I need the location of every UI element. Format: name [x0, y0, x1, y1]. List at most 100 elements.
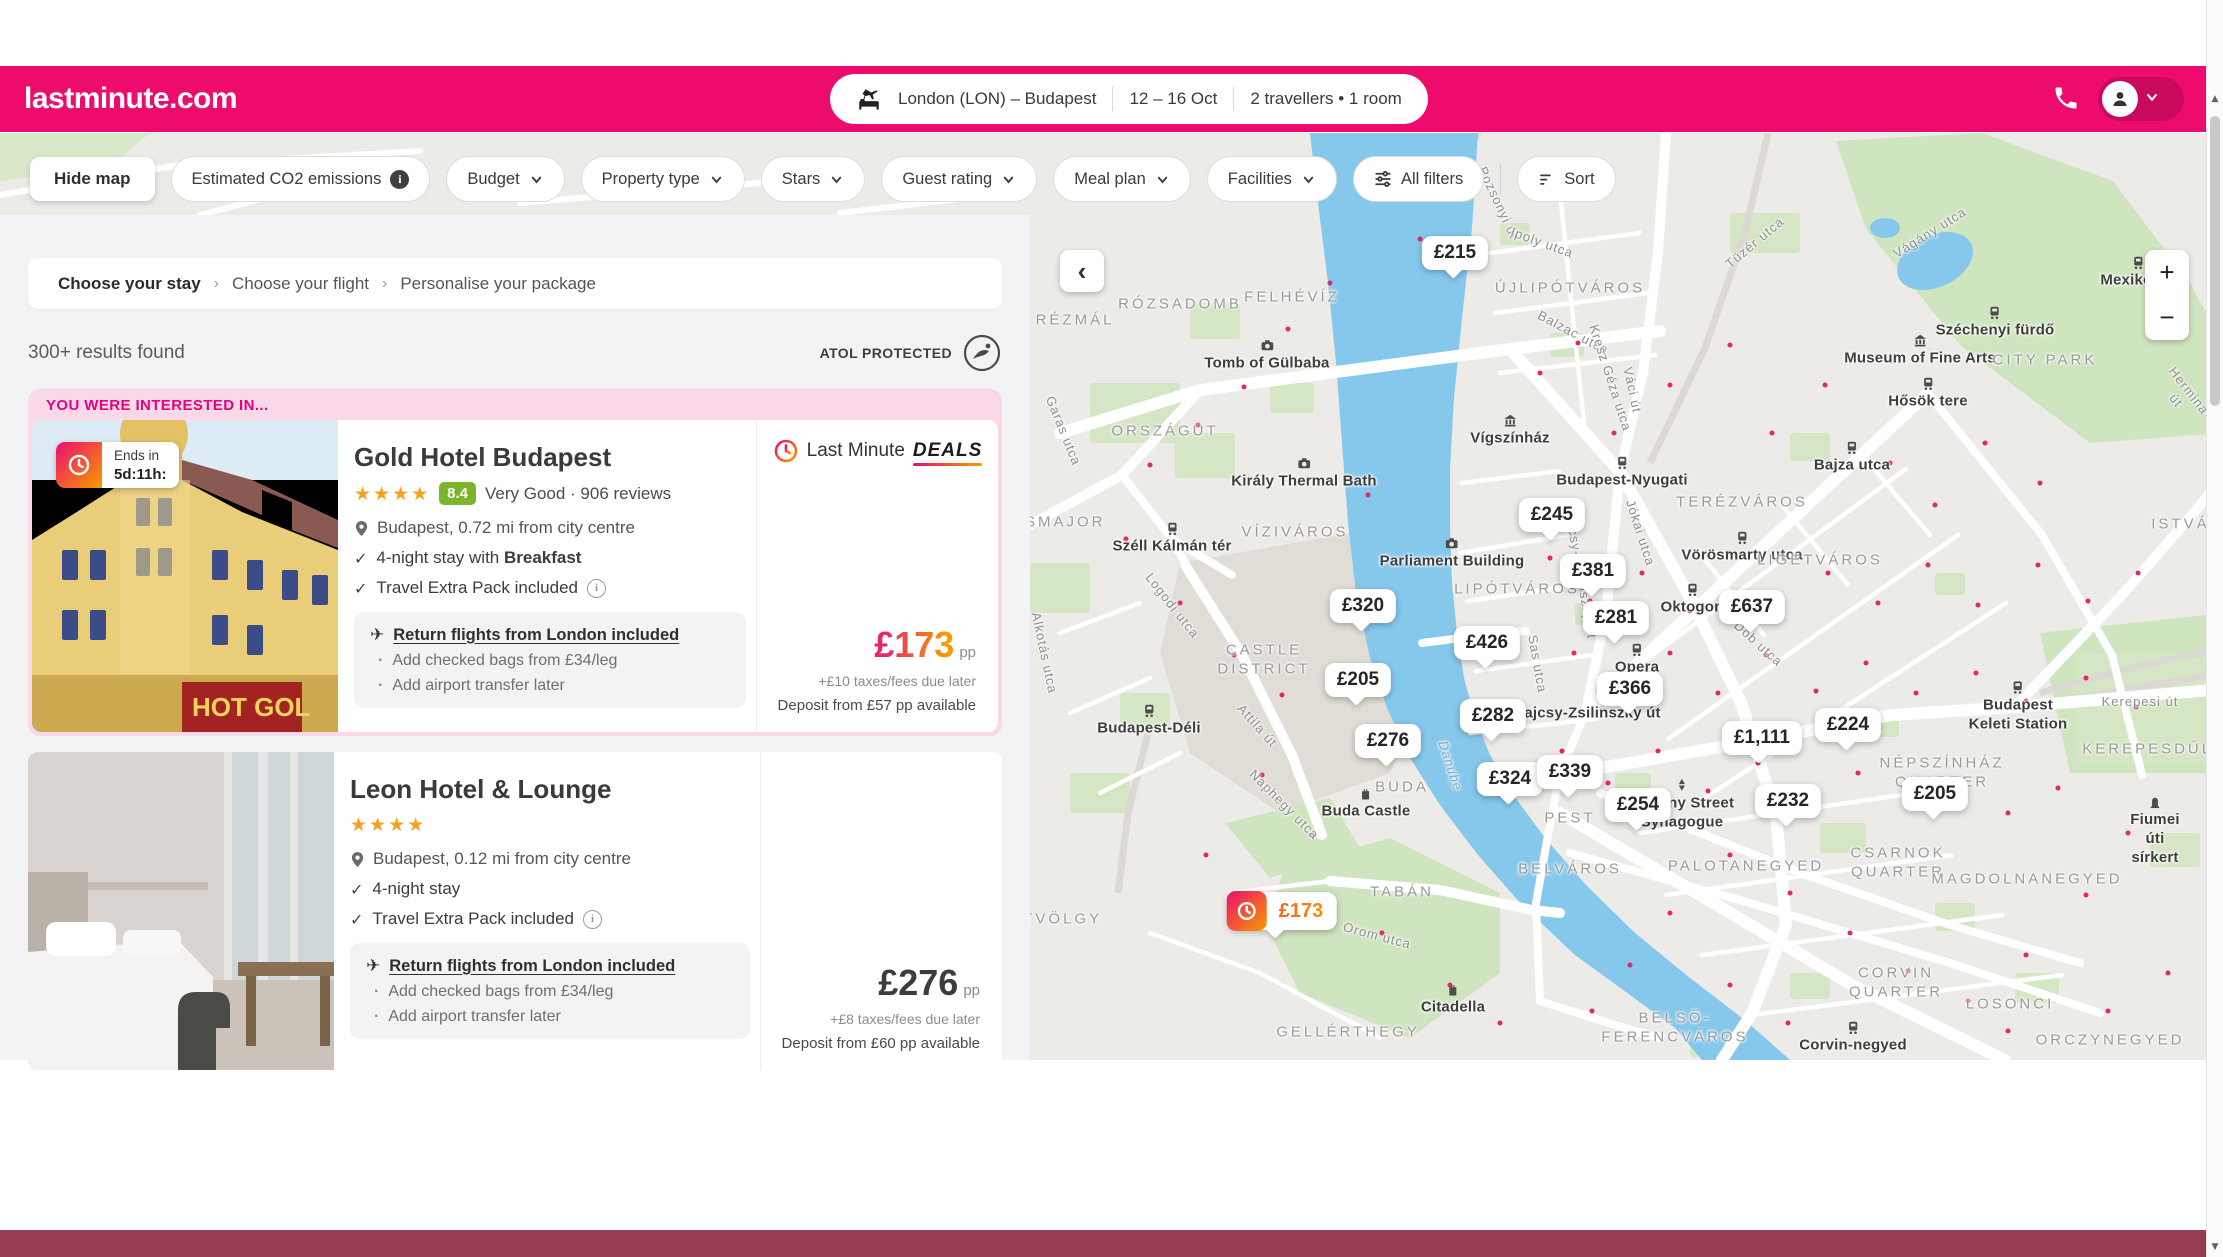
hotel-dot-marker	[1728, 983, 1733, 988]
sort-button[interactable]: Sort	[1517, 156, 1615, 202]
filter-label: All filters	[1401, 170, 1463, 189]
filter-guest-rating[interactable]: Guest rating	[881, 156, 1037, 202]
map-price-pin[interactable]: £1,111	[1722, 721, 1802, 755]
map-back-button[interactable]: ‹	[1060, 250, 1104, 292]
hotel-name[interactable]: Gold Hotel Budapest	[354, 442, 746, 473]
search-summary-bar[interactable]: London (LON) – Budapest 12 – 16 Oct 2 tr…	[830, 74, 1428, 124]
hotel-card[interactable]: HOT GOL Ends in 5d:11h:	[32, 420, 998, 732]
hotel-dot-marker	[2006, 811, 2011, 816]
map-price-pin[interactable]: £224	[1815, 708, 1881, 742]
map-price-pin[interactable]: £324	[1477, 762, 1543, 796]
hotel-dot-marker	[1983, 441, 1988, 446]
map-label: Kerepesi út	[2102, 694, 2179, 710]
info-icon[interactable]: i	[583, 910, 602, 929]
info-icon[interactable]: i	[587, 579, 606, 598]
filter-budget[interactable]: Budget	[446, 156, 564, 202]
flights-included-link[interactable]: Return flights from London included	[393, 626, 679, 645]
hotel-image[interactable]: HOT GOL Ends in 5d:11h:	[32, 420, 338, 732]
hotel-dot-marker	[1864, 661, 1869, 666]
map-label: Oktogon	[1660, 583, 1723, 618]
map-label: BUDA	[1375, 779, 1429, 798]
all-filters-button[interactable]: All filters	[1353, 156, 1484, 202]
map-label: KEREPESDŰLŐ	[2082, 741, 2223, 760]
breadcrumb-step-stay[interactable]: Choose your stay	[58, 274, 201, 294]
hotel-dot-marker	[1823, 383, 1828, 388]
feature-row: ✓ 4-night stay	[350, 879, 750, 899]
feature-row: ✓ Travel Extra Pack included i	[354, 578, 746, 598]
hotel-dot-marker	[1328, 281, 1333, 286]
map-price-pin[interactable]: £232	[1755, 784, 1821, 818]
map-price-pin[interactable]: £282	[1460, 699, 1526, 733]
hotel-dot-marker	[1286, 327, 1291, 332]
map-label: RÓZSADOMB	[1118, 296, 1242, 315]
breadcrumb-step-flight[interactable]: Choose your flight	[232, 274, 369, 294]
hotel-dot-marker	[2038, 481, 2043, 486]
price-taxes: +£8 taxes/fees due later	[761, 1011, 980, 1027]
star-icon	[1675, 778, 1689, 792]
hotel-details: Leon Hotel & Lounge ★★★★ Budapest, 0.12 …	[334, 752, 760, 1070]
hotel-image[interactable]	[28, 752, 334, 1070]
price-suffix: pp	[959, 644, 976, 661]
rail-icon	[1615, 456, 1629, 470]
map-price-pin[interactable]: £173	[1228, 892, 1337, 930]
hotel-dot-marker	[2084, 676, 2089, 681]
map-price-pin[interactable]: £339	[1537, 755, 1603, 789]
chevron-down-icon	[1155, 172, 1170, 187]
hotel-dot-marker	[1656, 749, 1661, 754]
hotel-dot-marker	[1786, 1021, 1791, 1026]
interested-banner: YOU WERE INTERESTED IN...	[28, 389, 1002, 736]
account-menu[interactable]	[2098, 77, 2184, 121]
location-pin-icon	[354, 520, 369, 537]
zoom-out-button[interactable]: −	[2145, 295, 2189, 340]
hide-map-button[interactable]: Hide map	[30, 157, 155, 201]
map-price-pin[interactable]: £245	[1519, 498, 1585, 532]
map-price-pin[interactable]: £426	[1454, 626, 1520, 660]
hotel-dot-marker	[1926, 563, 1931, 568]
flights-included-link[interactable]: Return flights from London included	[389, 957, 675, 976]
hotel-card[interactable]: Leon Hotel & Lounge ★★★★ Budapest, 0.12 …	[28, 752, 1002, 1070]
rating-row: ★★★★ 8.4 Very Good · 906 reviews	[354, 482, 746, 505]
scrollbar-down-arrow[interactable]: ▼	[2207, 1242, 2223, 1252]
filter-meal-plan[interactable]: Meal plan	[1053, 156, 1191, 202]
map-price-pin[interactable]: £637	[1719, 590, 1785, 624]
filter-co2[interactable]: Estimated CO2 emissions i	[171, 156, 431, 202]
rating-summary: Very Good · 906 reviews	[485, 484, 671, 504]
map-price-pin[interactable]: £281	[1583, 601, 1649, 635]
filter-facilities[interactable]: Facilities	[1207, 156, 1337, 202]
zoom-in-button[interactable]: +	[2145, 250, 2189, 295]
hotel-dot-marker	[1976, 603, 1981, 608]
map-label: VÍZIVÁROS	[1241, 524, 1348, 543]
map-price-pin[interactable]: £215	[1422, 236, 1488, 270]
map-label: BELSŐ- FERENCVÁROS	[1601, 1009, 1748, 1047]
phone-button[interactable]	[2048, 82, 2084, 118]
deals-logo-word: DEALS	[913, 440, 982, 462]
hotel-dot-marker	[2166, 971, 2171, 976]
map-label: PALOTANEGYED	[1668, 858, 1824, 877]
map-price-pin[interactable]: £205	[1325, 663, 1391, 697]
map-label: Bajcsy-Zsilinszky út	[1513, 705, 1660, 724]
filter-property-type[interactable]: Property type	[581, 156, 745, 202]
price-column: £276pp +£8 taxes/fees due later Deposit …	[760, 752, 1002, 1070]
breadcrumb-step-package[interactable]: Personalise your package	[400, 274, 596, 294]
map-price-pin[interactable]: £205	[1902, 777, 1968, 811]
browser-scrollbar[interactable]: ▲ ▼	[2206, 0, 2223, 1257]
scrollbar-up-arrow[interactable]: ▲	[2207, 94, 2223, 104]
filter-stars[interactable]: Stars	[761, 156, 866, 202]
plane-bed-icon	[856, 86, 882, 112]
map-price-pin[interactable]: £276	[1355, 724, 1421, 758]
map-label: LIGETVÁROS	[1757, 552, 1883, 571]
theatre-icon	[1503, 414, 1517, 428]
phone-icon	[2052, 84, 2080, 117]
map-price-pin[interactable]: £254	[1605, 788, 1671, 822]
chevron-down-icon	[709, 172, 724, 187]
map-label: Király Thermal Bath	[1231, 457, 1377, 492]
divider	[1500, 164, 1501, 194]
deal-clock-icon	[56, 442, 102, 488]
map-price-pin[interactable]: £320	[1330, 589, 1396, 623]
museum-icon	[1913, 334, 1927, 348]
map-price-pin[interactable]: £366	[1597, 672, 1663, 706]
map-price-pin[interactable]: £381	[1560, 554, 1626, 588]
brand-logo[interactable]: lastminute.com	[24, 82, 237, 116]
scrollbar-thumb[interactable]	[2210, 116, 2220, 406]
hotel-name[interactable]: Leon Hotel & Lounge	[350, 774, 750, 805]
